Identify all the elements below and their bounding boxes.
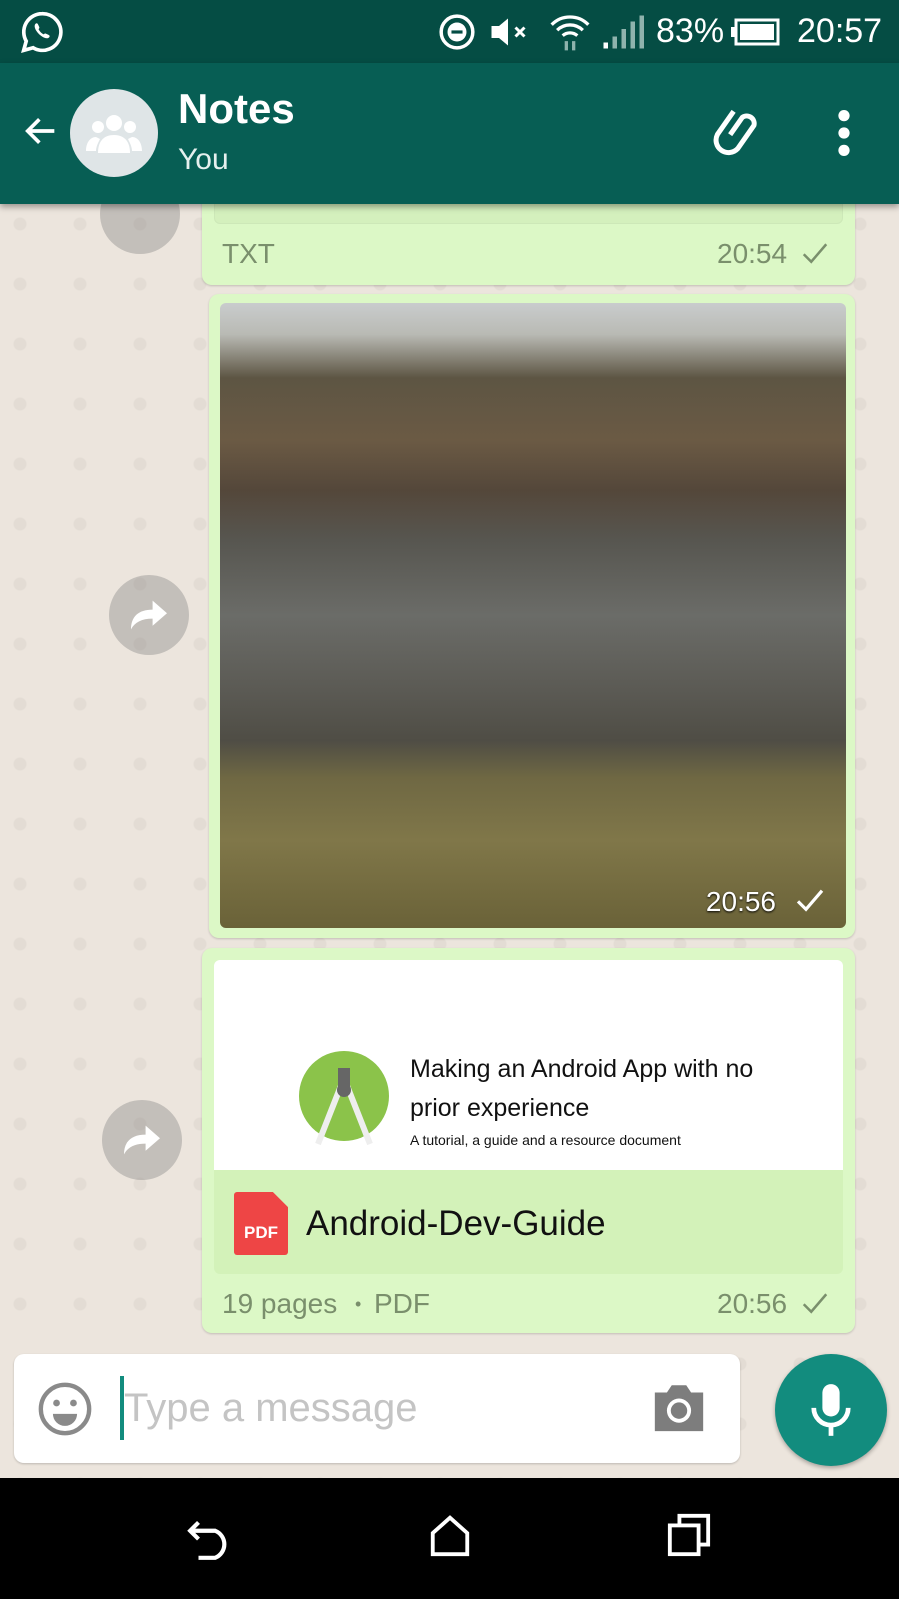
signal-icon — [603, 15, 644, 49]
file-name: Android-Dev-Guide — [306, 1204, 606, 1243]
home-nav-icon[interactable] — [427, 1512, 473, 1558]
document-message[interactable]: Making an Android App with no prior expe… — [202, 948, 855, 1333]
status-bar: 83% 20:57 — [0, 0, 899, 63]
message-time: 20:56 — [717, 1288, 788, 1319]
microphone-icon — [811, 1384, 851, 1436]
photo-river[interactable]: 20:56 — [220, 303, 846, 928]
file-type: PDF — [374, 1288, 430, 1319]
voice-message-button[interactable] — [775, 1354, 887, 1466]
pdf-icon: PDF — [234, 1192, 288, 1255]
clock: 20:57 — [797, 12, 883, 50]
group-avatar[interactable] — [70, 89, 158, 177]
chat-subtitle: You — [178, 143, 229, 176]
group-avatar-icon — [86, 115, 142, 153]
message-composer — [14, 1354, 740, 1463]
forward-icon — [124, 1125, 160, 1155]
wifi-icon — [550, 15, 590, 51]
file-type: TXT — [222, 238, 275, 269]
whatsapp-icon — [21, 11, 63, 53]
forward-icon — [131, 600, 167, 630]
preview-subtitle: A tutorial, a guide and a resource docum… — [410, 1132, 681, 1148]
separator: • — [355, 1294, 362, 1314]
navigation-bar — [0, 1478, 899, 1599]
chat-title[interactable]: Notes — [178, 85, 295, 133]
document-file-row[interactable]: PDF Android-Dev-Guide — [214, 1170, 843, 1274]
camera-icon[interactable] — [650, 1380, 708, 1434]
chat-header: Notes You — [0, 63, 899, 204]
android-studio-logo-icon — [299, 1051, 389, 1146]
check-icon — [802, 1293, 828, 1314]
emoji-icon[interactable] — [36, 1380, 94, 1438]
message-time: 20:54 — [717, 238, 788, 269]
back-arrow-icon[interactable] — [18, 111, 64, 151]
document-preview[interactable]: Making an Android App with no prior expe… — [214, 960, 843, 1170]
forward-button[interactable] — [109, 575, 189, 655]
battery-icon — [731, 18, 780, 46]
recents-nav-icon[interactable] — [666, 1512, 712, 1558]
check-icon — [802, 243, 828, 264]
preview-title: Making an Android App with no prior expe… — [410, 1055, 754, 1122]
page-count: 19 pages — [222, 1288, 338, 1319]
check-icon — [796, 889, 824, 912]
do-not-disturb-icon — [439, 14, 475, 50]
more-vert-icon[interactable] — [830, 107, 858, 159]
back-nav-icon[interactable] — [186, 1514, 236, 1560]
message-input[interactable] — [124, 1376, 624, 1440]
forward-button[interactable] — [102, 1100, 182, 1180]
battery-percent: 83% — [656, 12, 725, 50]
paperclip-icon[interactable] — [710, 103, 770, 163]
message-time: 20:56 — [705, 886, 776, 917]
mute-icon — [491, 18, 526, 46]
